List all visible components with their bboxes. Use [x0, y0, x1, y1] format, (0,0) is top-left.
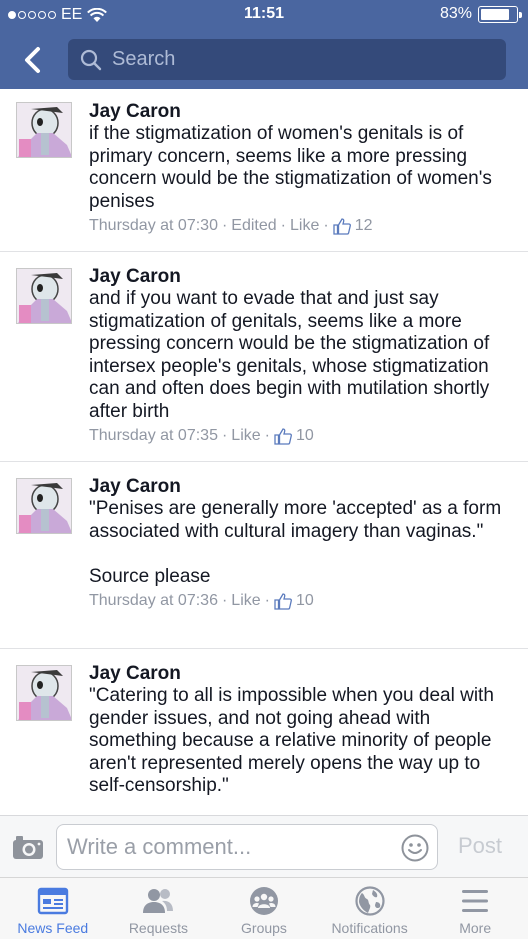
- status-bar: EE 11:51 83%: [0, 0, 528, 30]
- comment-author[interactable]: Jay Caron: [89, 266, 514, 288]
- like-count: 12: [354, 217, 373, 234]
- like-button[interactable]: Like: [290, 217, 319, 235]
- menu-icon: [462, 890, 489, 912]
- friend-requests-icon: [143, 889, 174, 913]
- comment-text: "Penises are generally more 'accepted' a…: [89, 498, 502, 587]
- comment-timestamp: Thursday at 07:30: [89, 217, 218, 234]
- like-count: 10: [295, 592, 314, 609]
- comment-field[interactable]: [56, 824, 438, 870]
- tab-label: Requests: [128, 920, 188, 936]
- tab-groups[interactable]: Groups: [211, 878, 317, 939]
- camera-icon: [13, 836, 43, 859]
- tab-label: News Feed: [17, 920, 89, 936]
- battery-icon: [478, 5, 522, 23]
- smiley-icon: [401, 834, 429, 862]
- comment-item: Jay Caron "Penises are generally more 'a…: [0, 462, 528, 649]
- like-button[interactable]: Like: [231, 592, 260, 610]
- comment-input[interactable]: [67, 834, 387, 860]
- search-input[interactable]: [112, 48, 482, 71]
- avatar-image: [17, 479, 71, 533]
- post-button[interactable]: Post: [458, 833, 502, 859]
- tab-notifications[interactable]: Notifications: [317, 878, 423, 939]
- comment-author[interactable]: Jay Caron: [89, 663, 514, 685]
- sticker-button[interactable]: [401, 834, 429, 862]
- battery-percent: 83%: [439, 5, 472, 22]
- camera-button[interactable]: [12, 834, 44, 860]
- comment-item: Jay Caron if the stigmatization of women…: [0, 89, 528, 252]
- avatar-image: [17, 269, 71, 323]
- thumbs-up-icon: [274, 592, 292, 610]
- like-button[interactable]: Like: [231, 427, 260, 445]
- edited-label[interactable]: Edited: [231, 217, 276, 235]
- like-count: 10: [295, 427, 314, 444]
- comment-meta: Thursday at 07:35 · Like · 10: [89, 427, 314, 445]
- comment-list: Jay Caron if the stigmatization of women…: [0, 89, 528, 815]
- comment-author[interactable]: Jay Caron: [89, 476, 514, 498]
- news-feed-icon: [37, 887, 68, 915]
- comment-composer: Post: [0, 815, 528, 877]
- search-bar[interactable]: [68, 39, 506, 80]
- avatar[interactable]: [16, 478, 72, 534]
- battery-status: 83%: [439, 5, 522, 23]
- search-icon: [80, 49, 102, 70]
- avatar-image: [17, 666, 71, 720]
- back-button[interactable]: [14, 42, 50, 78]
- chevron-left-icon: [25, 47, 40, 73]
- comment-timestamp: Thursday at 07:36: [89, 592, 218, 609]
- comment-meta: Thursday at 07:36 · Like · 10: [89, 592, 314, 610]
- tab-news-feed[interactable]: News Feed: [0, 878, 106, 939]
- comment-text: "Catering to all is impossible when you …: [89, 685, 494, 796]
- thumbs-up-icon: [274, 427, 292, 445]
- tab-requests[interactable]: Requests: [106, 878, 212, 939]
- comment-text: if the stigmatization of women's genital…: [89, 123, 492, 212]
- tab-label: Notifications: [331, 920, 408, 936]
- app-header: EE 11:51 83%: [0, 0, 528, 89]
- groups-icon: [249, 887, 278, 915]
- comment-item: Jay Caron and if you want to evade that …: [0, 252, 528, 462]
- tab-more[interactable]: More: [422, 878, 528, 939]
- tab-label: Groups: [241, 920, 287, 936]
- comment-author[interactable]: Jay Caron: [89, 101, 514, 123]
- comment-meta: Thursday at 07:30 · Edited · Like · 12: [89, 217, 373, 235]
- globe-icon: [354, 886, 385, 916]
- avatar[interactable]: [16, 268, 72, 324]
- comment-timestamp: Thursday at 07:35: [89, 427, 218, 444]
- comment-item: Jay Caron "Catering to all is impossible…: [0, 649, 528, 815]
- avatar[interactable]: [16, 665, 72, 721]
- comment-text: and if you want to evade that and just s…: [89, 288, 490, 422]
- avatar-image: [17, 103, 71, 157]
- tab-bar: News Feed Requests Groups Notifications …: [0, 877, 528, 939]
- tab-label: More: [459, 920, 492, 936]
- avatar[interactable]: [16, 102, 72, 158]
- thumbs-up-icon: [333, 217, 351, 235]
